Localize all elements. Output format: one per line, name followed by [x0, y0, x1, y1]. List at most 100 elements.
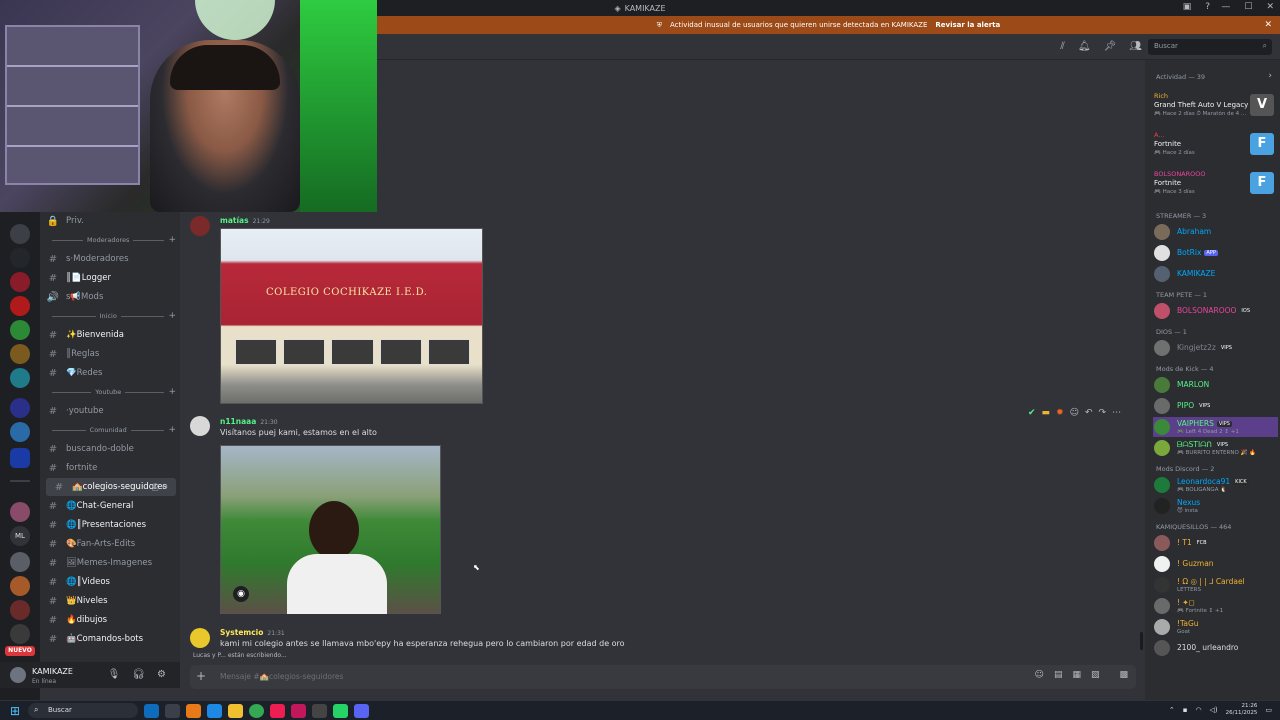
category-header[interactable]: Inicio + — [48, 310, 176, 322]
member-item[interactable]: Kingjetz2z VIPS — [1153, 338, 1278, 358]
avatar[interactable] — [190, 628, 210, 648]
category-header[interactable]: Moderadores + — [48, 234, 176, 246]
app-icon[interactable] — [165, 704, 180, 718]
whatsapp-icon[interactable] — [333, 704, 348, 718]
member-item[interactable]: KAMIKAZE — [1153, 264, 1278, 284]
member-item[interactable]: ᗷᗩSTIᗩᑎ VIPS 🎮 BURRITO ENTERNO 🎉 🔥 — [1153, 438, 1278, 458]
chevron-right-icon[interactable]: › — [1268, 71, 1272, 81]
add-channel-icon[interactable]: + — [168, 425, 176, 435]
inbox-icon[interactable]: ▣ — [1183, 2, 1192, 12]
add-channel-icon[interactable]: + — [168, 387, 176, 397]
app-icon[interactable] — [312, 704, 327, 718]
forward-icon[interactable]: ↷ — [1099, 408, 1107, 418]
channel-item[interactable]: # 🎨Fan-Arts-Edits — [40, 535, 180, 553]
taskbar-search[interactable]: ⌕ Buscar — [28, 703, 138, 718]
tray-chevron-icon[interactable]: ⌃ — [1169, 706, 1175, 714]
channel-item[interactable]: # ✨Bienvenida — [40, 326, 180, 344]
channel-item[interactable]: # ·youtube — [40, 402, 180, 420]
channel-item[interactable]: # 🌐║Presentaciones — [40, 516, 180, 534]
sticker-icon[interactable]: ▧ — [1091, 670, 1100, 680]
message-image-school[interactable]: COLEGIO COCHIKAZE I.E.D. — [220, 228, 483, 404]
server-icon[interactable] — [10, 344, 30, 364]
server-icon[interactable] — [10, 502, 30, 522]
server-icon[interactable] — [10, 422, 30, 442]
add-channel-icon[interactable]: + — [168, 311, 176, 321]
add-channel-icon[interactable]: + — [168, 235, 176, 245]
folder-icon[interactable] — [228, 704, 243, 718]
gift-icon[interactable]: ▤ — [1054, 670, 1063, 680]
category-header[interactable]: Comunidad + — [48, 424, 176, 436]
member-item[interactable]: ! T1 FCB — [1153, 533, 1278, 553]
message-author[interactable]: Systemcio 21:31 — [220, 628, 285, 637]
message-image-students[interactable]: ◉ — [220, 445, 441, 614]
discord-icon[interactable] — [354, 704, 369, 718]
member-item[interactable]: Abraham — [1153, 222, 1278, 242]
camera-icon[interactable]: ◉ — [233, 586, 249, 602]
notifications-icon[interactable]: ▭ — [1265, 706, 1272, 714]
headphones-icon[interactable]: 🎧︎ — [132, 669, 145, 680]
channel-item[interactable]: # 🌐Chat-General — [40, 497, 180, 515]
microphone-icon[interactable]: 🎙︎ — [108, 669, 121, 680]
app-icon[interactable] — [291, 704, 306, 718]
member-item[interactable]: VAIPHERS VIPS 🎮 Left 4 Dead 2 ↕ +1 — [1153, 417, 1278, 437]
maximize-button[interactable]: ☐ — [1244, 2, 1252, 12]
chrome-icon[interactable] — [249, 704, 264, 718]
member-item[interactable]: !TaGu Goat — [1153, 617, 1278, 637]
more-icon[interactable]: ⋯ — [1112, 408, 1121, 418]
server-icon[interactable] — [10, 552, 30, 572]
server-icon[interactable] — [10, 448, 30, 468]
server-icon[interactable] — [10, 368, 30, 388]
add-reaction-icon[interactable]: ☺ — [1070, 408, 1079, 418]
activity-card[interactable]: BOLSONAROOO Fortnite 🎮 Hace 3 días F — [1153, 170, 1278, 206]
app-icon[interactable] — [207, 704, 222, 718]
channel-item[interactable]: # 🏫colegios-seguidores 👤︎ ⚙ — [46, 478, 176, 496]
threads-icon[interactable]: ⫽ — [1060, 41, 1064, 52]
gear-icon[interactable]: ⚙ — [162, 483, 168, 491]
clock[interactable]: 21:26 26/11/2025 — [1226, 703, 1258, 717]
attach-plus-icon[interactable]: + — [196, 669, 206, 683]
gif-icon[interactable]: ▦ — [1072, 670, 1081, 680]
server-icon[interactable] — [10, 272, 30, 292]
bell-icon[interactable]: 🔔︎ — [1078, 41, 1091, 52]
gear-icon[interactable]: ⚙ — [157, 669, 166, 680]
invite-icon[interactable]: 👤︎ — [151, 483, 160, 491]
app-icon[interactable] — [186, 704, 201, 718]
dismiss-alert-icon[interactable]: ✕ — [1264, 20, 1272, 30]
channel-item[interactable]: # fortnite — [40, 459, 180, 477]
server-ml[interactable]: ML — [10, 526, 30, 546]
avatar[interactable] — [190, 216, 210, 236]
message-input[interactable]: + Mensaje #🏫colegios-seguidores ☺ ▤ ▦ ▧ … — [190, 665, 1136, 689]
help-icon[interactable]: ? — [1205, 2, 1210, 12]
channel-item[interactable]: # ║Reglas — [40, 345, 180, 363]
member-item[interactable]: Nexus 😈 insta — [1153, 496, 1278, 516]
channel-item[interactable]: # ꜱ·Moderadores — [40, 250, 180, 268]
tiktok-icon[interactable] — [270, 704, 285, 718]
fire-reaction-icon[interactable]: ✹ — [1056, 408, 1064, 418]
avatar[interactable] — [190, 416, 210, 436]
channel-item[interactable]: # 👑Niveles — [40, 592, 180, 610]
scrollbar-thumb[interactable] — [1140, 632, 1143, 650]
activity-card[interactable]: Rich Grand Theft Auto V Legacy 🎮 Hace 2 dí… — [1153, 92, 1278, 128]
channel-item[interactable]: # 🖼Memes-Imagenes — [40, 554, 180, 572]
channel-item[interactable]: 🔊 ꜱ📢Mods — [40, 288, 180, 306]
tray-app-icon[interactable]: ▪ — [1183, 706, 1188, 714]
channel-item[interactable]: # ║📄Logger — [40, 269, 180, 287]
flag-reaction-icon[interactable]: ▬ — [1042, 408, 1051, 418]
reply-icon[interactable]: ↶ — [1085, 408, 1093, 418]
channel-item[interactable]: # 💎Redes — [40, 364, 180, 382]
member-item[interactable]: PIPO VIPS — [1153, 396, 1278, 416]
member-item[interactable]: BOLSONAROOO IOS — [1153, 301, 1278, 321]
member-item[interactable]: Leonardoca91 KICK 🎮 BOLIGANGA 🐧 — [1153, 475, 1278, 495]
server-icon[interactable] — [10, 398, 30, 418]
members-icon[interactable]: 👥︎ — [1129, 41, 1142, 52]
volume-icon[interactable]: ◁) — [1210, 706, 1218, 714]
emoji-icon[interactable]: ☺ — [1035, 670, 1044, 680]
member-item[interactable]: MARLON — [1153, 375, 1278, 395]
edge-icon[interactable] — [144, 704, 159, 718]
member-item[interactable]: 2100_ urleandro — [1153, 638, 1278, 658]
message-author[interactable]: matías 21:29 — [220, 216, 270, 225]
channel-item[interactable]: # buscando-doble — [40, 440, 180, 458]
server-icon[interactable] — [10, 248, 30, 268]
channel-item[interactable]: # 🔥dibujos — [40, 611, 180, 629]
channel-item[interactable]: # 🤖Comandos-bots — [40, 630, 180, 648]
